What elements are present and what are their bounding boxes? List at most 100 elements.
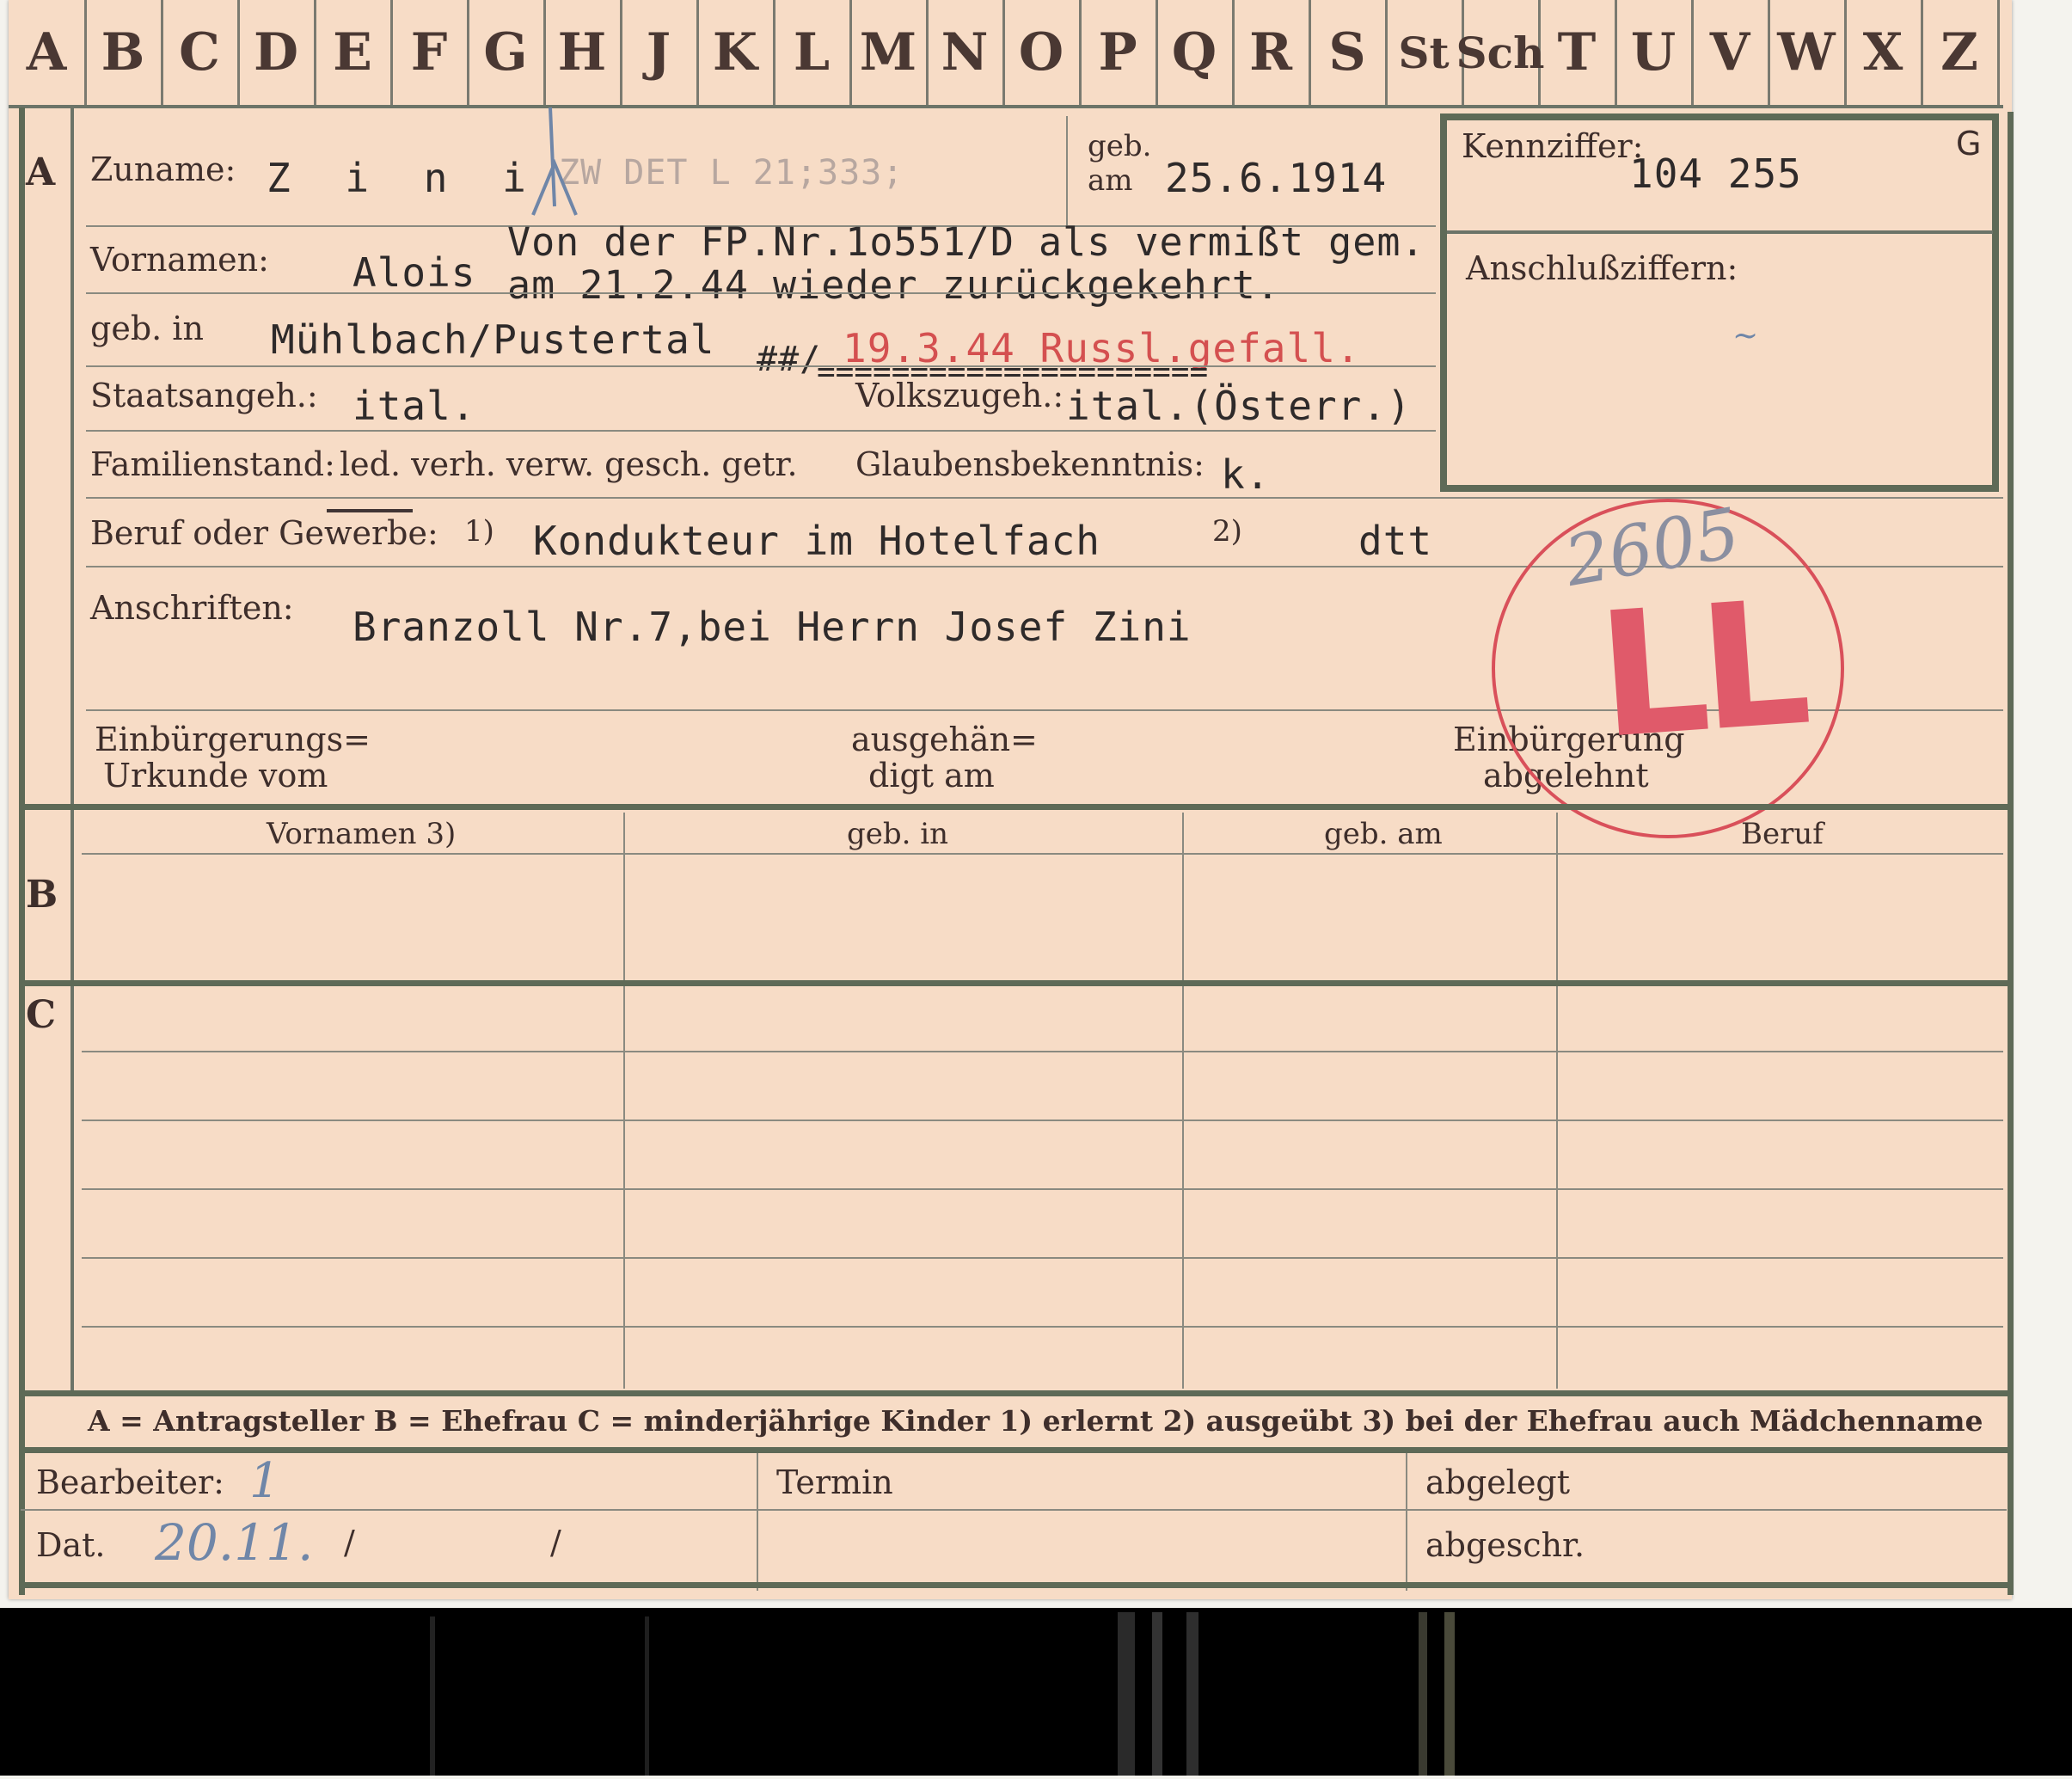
date-label: Dat. xyxy=(36,1526,106,1564)
index-tab-c: C xyxy=(162,0,240,105)
birthplace-label: geb. in xyxy=(90,310,204,347)
id-corner-letter: G xyxy=(1956,125,1982,163)
card-bottom-rule xyxy=(19,1582,2009,1588)
editor-label: Bearbeiter: xyxy=(36,1463,224,1501)
index-tab-q: Q xyxy=(1156,0,1235,105)
index-tab-g: G xyxy=(468,0,546,105)
delivered-label-1: ausgehän= xyxy=(851,721,1038,758)
table-header-birthplace: geb. in xyxy=(847,817,949,851)
c-row-rule-5 xyxy=(82,1326,2003,1328)
index-tab-sch: Sch xyxy=(1456,0,1544,105)
index-tab-f: F xyxy=(391,0,469,105)
c-row-rule-1 xyxy=(82,1051,2003,1052)
c-row-rule-3 xyxy=(82,1188,2003,1190)
index-tab-a: A xyxy=(9,0,87,105)
section-a-bottom-rule xyxy=(19,804,2009,810)
ethnicity-value: ital.(Österr.) xyxy=(1066,383,1412,429)
table-header-occupation: Beruf xyxy=(1741,817,1824,851)
citizenship-label: Staatsangeh.: xyxy=(90,377,318,414)
index-tab-j: J xyxy=(621,0,699,105)
section-b-label: B xyxy=(26,873,58,917)
index-tab-z: Z xyxy=(1922,0,2000,105)
index-tab-r: R xyxy=(1233,0,1311,105)
table-header-first-names: Vornamen 3) xyxy=(267,817,457,851)
delivered-label-2: digt am xyxy=(868,757,995,794)
table-header-rule xyxy=(82,853,2003,855)
table-col-rule-2 xyxy=(1182,813,1184,1389)
rule-row-3 xyxy=(86,365,1436,367)
surname-value: Z i n i xyxy=(267,155,542,201)
naturalization-doc-label-1: Einbürgerungs= xyxy=(95,721,371,758)
birth-date-divider xyxy=(1066,116,1068,228)
footer-mid-rule xyxy=(21,1509,2007,1511)
birth-date-label-2: am xyxy=(1088,163,1133,198)
index-tab-s: S xyxy=(1309,0,1388,105)
religion-value: k. xyxy=(1221,451,1271,498)
section-c-label: C xyxy=(26,993,57,1037)
rule-row-2 xyxy=(86,292,1436,294)
first-names-value: Alois xyxy=(352,249,476,296)
index-tab-h: H xyxy=(544,0,622,105)
address-label: Anschriften: xyxy=(90,589,294,627)
scanner-streaks xyxy=(430,1612,1455,1776)
index-tab-l: L xyxy=(774,0,852,105)
table-header-birth-date: geb. am xyxy=(1324,817,1443,851)
section-c-bottom-rule xyxy=(19,1390,2009,1396)
c-row-rule-2 xyxy=(82,1120,2003,1121)
citizenship-value: ital. xyxy=(352,383,476,429)
index-tab-st: St xyxy=(1386,0,1464,105)
occupation-value-1: Kondukteur im Hotelfach xyxy=(533,518,1100,564)
connection-numbers-label: Anschlußziffern: xyxy=(1466,249,1738,287)
filed-label: abgelegt xyxy=(1425,1463,1571,1501)
date-separator-2: / xyxy=(550,1524,561,1561)
footer-col-rule-2 xyxy=(1406,1453,1407,1591)
section-column-rule xyxy=(70,107,74,1393)
naturalization-doc-label-2: Urkunde vom xyxy=(103,757,328,794)
index-tab-u: U xyxy=(1615,0,1694,105)
table-col-rule-3 xyxy=(1556,813,1558,1389)
ethnicity-label: Volkszugeh.: xyxy=(855,377,1064,414)
birth-date-value: 25.6.1914 xyxy=(1165,155,1388,201)
deadline-label: Termin xyxy=(776,1463,893,1501)
birth-date-label-1: geb. xyxy=(1088,129,1152,163)
first-names-label: Vornamen: xyxy=(90,241,269,279)
index-tab-w: W xyxy=(1769,0,1847,105)
surname-label: Zuname: xyxy=(90,150,236,188)
address-value: Branzoll Nr.7,bei Herrn Josef Zini xyxy=(352,604,1192,650)
marital-status-label: Familienstand: xyxy=(90,445,335,483)
religion-label: Glaubensbekenntnis: xyxy=(855,445,1205,483)
occupation-mark-2: 2) xyxy=(1212,514,1242,549)
section-b-bottom-rule xyxy=(19,980,2009,986)
index-tab-m: M xyxy=(850,0,929,105)
right-frame-rule xyxy=(2008,112,2014,1595)
index-tab-k: K xyxy=(697,0,775,105)
index-tab-x: X xyxy=(1845,0,1923,105)
occupation-underline xyxy=(327,509,413,512)
id-value: 104 255 xyxy=(1629,150,1802,197)
editor-value: 1 xyxy=(249,1453,280,1509)
table-col-rule-1 xyxy=(623,813,625,1389)
date-value: 20.11. xyxy=(155,1513,314,1572)
occupation-mark-1: 1) xyxy=(464,514,494,549)
missing-note-line-1: Von der FP.Nr.1o551/D als vermißt gem. xyxy=(507,219,1425,265)
index-tab-v: V xyxy=(1692,0,1770,105)
c-row-rule-4 xyxy=(82,1257,2003,1259)
alphabet-index-tabs: A B C D E F G H J K L M N O P Q R S St Sch T U V W X Z xyxy=(9,0,2003,108)
birthplace-value: Mühlbach/Pustertal xyxy=(271,316,715,363)
occupation-label: Beruf oder Gewerbe: xyxy=(90,514,438,552)
pencil-dash-mark: ~ xyxy=(1732,318,1759,353)
index-tab-o: O xyxy=(1003,0,1082,105)
left-margin-rule xyxy=(19,107,25,1595)
scanner-background xyxy=(0,1608,2072,1776)
missing-note-line-2: am 21.2.44 wieder zurückgekehrt. xyxy=(507,262,1280,308)
copied-label: abgeschr. xyxy=(1425,1526,1585,1564)
marital-status-options: led. verh. verw. gesch. getr. xyxy=(340,445,798,483)
index-tab-e: E xyxy=(315,0,393,105)
pencil-tick-mark xyxy=(531,107,578,216)
id-box-divider xyxy=(1447,230,1993,234)
surname-faint-text: ZW DET L 21;333; xyxy=(559,153,904,193)
occupation-value-2: dtt xyxy=(1358,518,1433,564)
strike-marks: ##/ xyxy=(757,340,822,379)
rule-row-4 xyxy=(86,430,1436,432)
index-tab-n: N xyxy=(927,0,1005,105)
